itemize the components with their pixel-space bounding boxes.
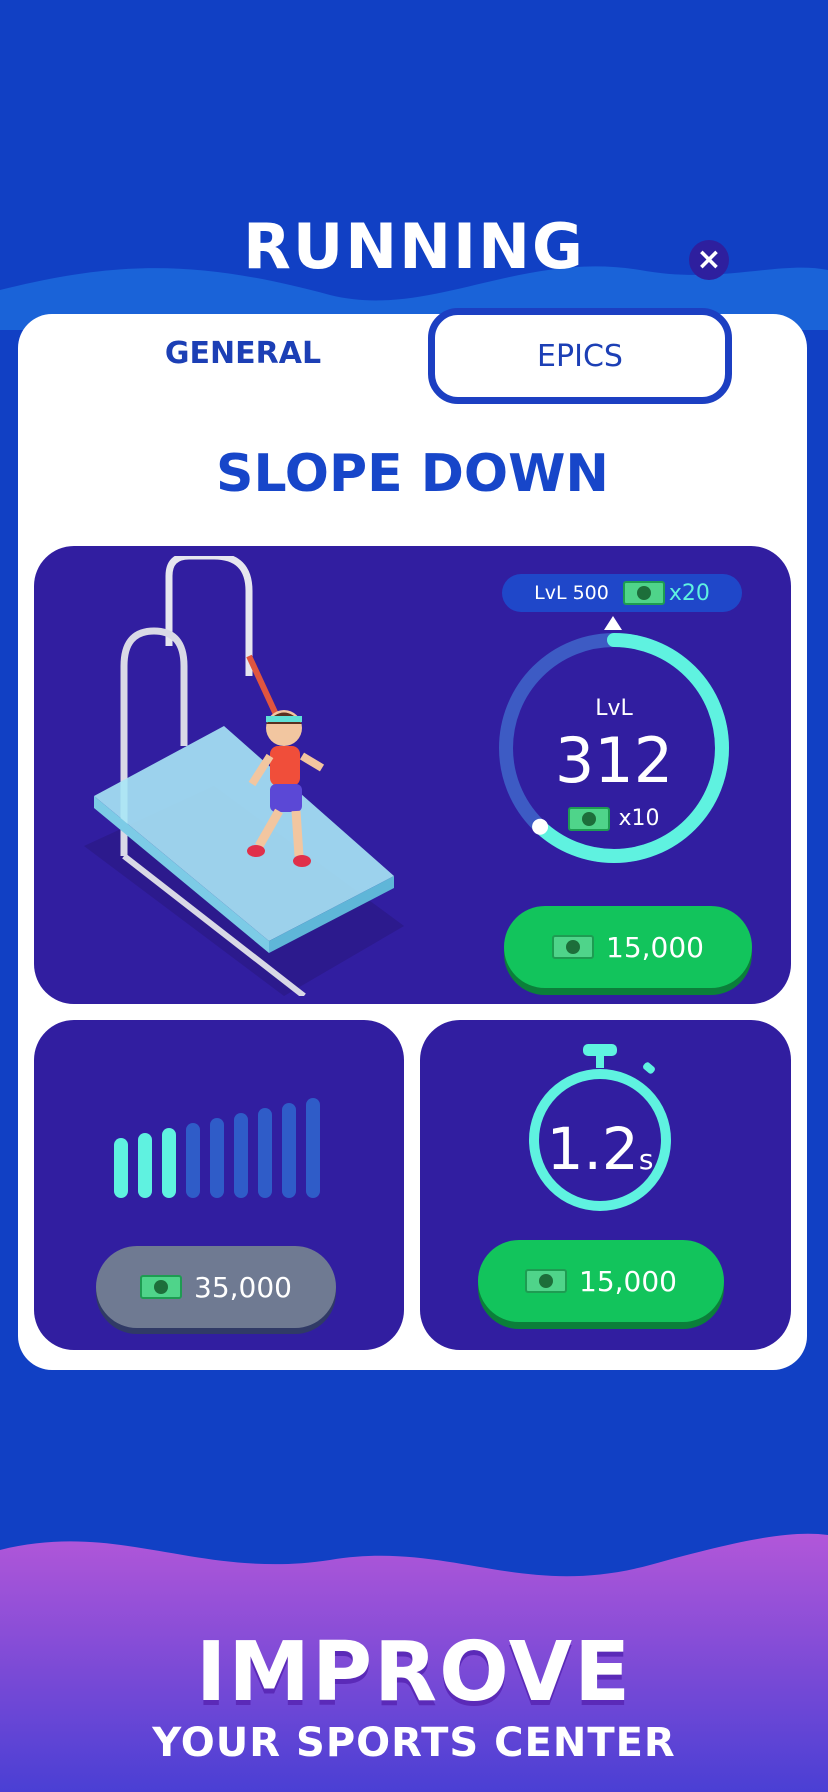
speed-card: 1.2s 15,000 (420, 1020, 791, 1350)
capacity-bar (234, 1113, 248, 1198)
level-label: LvL (595, 696, 633, 721)
cash-icon (622, 581, 665, 605)
milestone-level: LvL 500 (534, 582, 609, 604)
equipment-name: SLOPE DOWN (216, 444, 609, 504)
speed-value: 1.2s (525, 1115, 675, 1183)
promo-subtitle: YOUR SPORTS CENTER (152, 1720, 676, 1766)
capacity-bar (186, 1123, 200, 1198)
tab-general[interactable]: GENERAL (98, 336, 388, 371)
cash-icon (552, 935, 594, 959)
close-button[interactable]: × (689, 240, 729, 280)
capacity-bar (210, 1118, 224, 1198)
milestone-badge: LvL 500 x20 (502, 574, 742, 612)
speed-upgrade-button[interactable]: 15,000 (478, 1240, 724, 1322)
tab-epics[interactable]: EPICS (428, 308, 732, 404)
treadmill-illustration (84, 556, 404, 996)
tab-epics-label: EPICS (537, 338, 623, 374)
capacity-bars (114, 1098, 324, 1198)
capacity-bar (282, 1103, 296, 1198)
cash-icon (568, 806, 611, 831)
level-upgrade-cost: 15,000 (606, 930, 704, 964)
capacity-bar (138, 1133, 152, 1198)
close-icon: × (696, 242, 722, 277)
upgrade-panel: GENERAL EPICS SLOPE DOWN LvL 500 x20 LvL… (18, 308, 807, 1370)
promo-title: IMPROVE (195, 1625, 633, 1720)
cash-icon (525, 1269, 567, 1293)
level-reward-multiplier: x10 (618, 806, 660, 831)
level-card: LvL 500 x20 LvL 312 x10 15,000 (34, 546, 791, 1004)
level-upgrade-button[interactable]: 15,000 (504, 906, 752, 988)
capacity-upgrade-button[interactable]: 35,000 (96, 1246, 336, 1328)
speed-number: 1.2 (546, 1115, 639, 1183)
capacity-bar (306, 1098, 320, 1198)
milestone-reward: x20 (668, 580, 710, 606)
capacity-bar (162, 1128, 176, 1198)
capacity-bar (258, 1108, 272, 1198)
speed-upgrade-cost: 15,000 (579, 1264, 677, 1298)
capacity-card: 35,000 (34, 1020, 404, 1350)
speed-unit: s (638, 1143, 654, 1176)
cash-icon (140, 1275, 182, 1299)
level-value: 312 (554, 724, 674, 797)
capacity-bar (114, 1138, 128, 1198)
level-reward: x10 (494, 806, 734, 831)
capacity-upgrade-cost: 35,000 (194, 1270, 292, 1304)
